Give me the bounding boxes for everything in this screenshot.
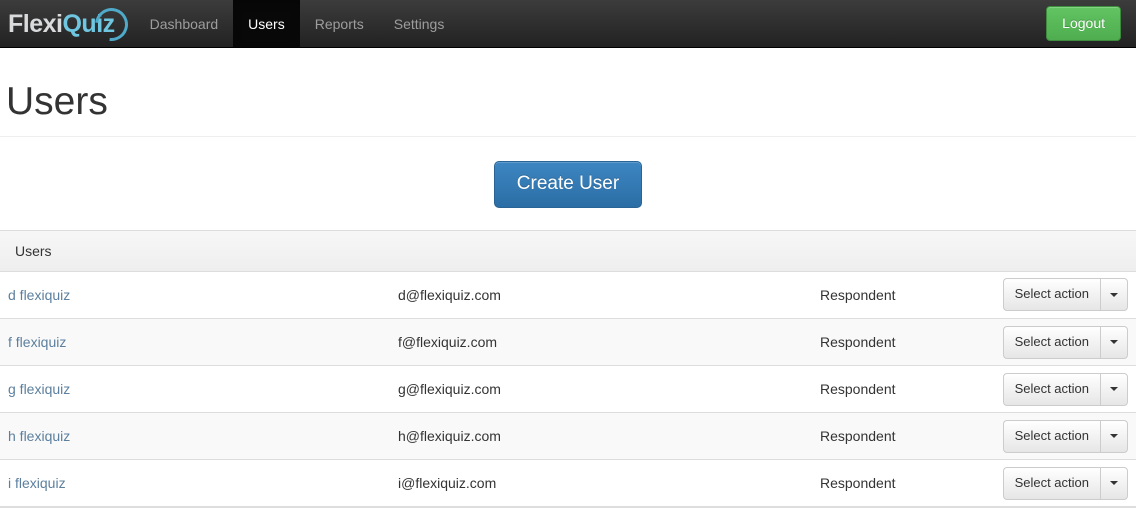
user-role-cell: Respondent (820, 428, 896, 445)
table-row: d flexiquiz d@flexiquiz.com Respondent S… (0, 272, 1136, 319)
user-name-link[interactable]: f flexiquiz (8, 334, 66, 350)
user-email-cell: f@flexiquiz.com (398, 334, 498, 351)
chevron-down-icon (1110, 387, 1118, 392)
user-action-cell: Select action (992, 272, 1136, 319)
select-action-button-group: Select action (1002, 325, 1128, 359)
table-row: f flexiquiz f@flexiquiz.com Respondent S… (0, 318, 1136, 366)
chevron-down-icon (1110, 292, 1118, 297)
user-email-cell: h@flexiquiz.com (398, 428, 501, 445)
logout-button[interactable]: Logout (1046, 5, 1121, 42)
nav-item-settings[interactable]: Settings (379, 0, 460, 47)
select-action-dropdown-toggle[interactable] (1100, 278, 1128, 312)
user-name-link[interactable]: d flexiquiz (8, 287, 70, 303)
select-action-button-group: Select action (1002, 419, 1128, 453)
navbar-right-section: Logout (1046, 0, 1136, 47)
brand-logo-flexi: Flexi (8, 9, 63, 38)
user-name-cell: f flexiquiz (0, 319, 390, 366)
select-action-button-group: Select action (1002, 372, 1128, 406)
select-action-dropdown-toggle[interactable] (1100, 325, 1128, 359)
user-role-cell: Respondent (820, 286, 896, 303)
select-action-button[interactable]: Select action (1002, 372, 1100, 406)
select-action-button[interactable]: Select action (1002, 325, 1100, 359)
nav-item-users[interactable]: Users (233, 0, 300, 47)
user-action-cell: Select action (992, 413, 1136, 460)
select-action-dropdown-toggle[interactable] (1100, 466, 1128, 500)
users-table-body: d flexiquiz d@flexiquiz.com Respondent S… (0, 272, 1136, 507)
user-name-link[interactable]: g flexiquiz (8, 381, 70, 397)
nav-item-reports[interactable]: Reports (300, 0, 379, 47)
table-row: g flexiquiz g@flexiquiz.com Respondent S… (0, 366, 1136, 413)
brand-logo-text: FlexiQuiz (8, 0, 135, 48)
create-user-row: Create User (0, 137, 1136, 230)
user-name-cell: d flexiquiz (0, 272, 390, 319)
user-name-cell: g flexiquiz (0, 366, 390, 413)
user-role-cell: Respondent (820, 381, 896, 398)
user-role-cell: Respondent (820, 334, 896, 351)
select-action-button-group: Select action (1002, 466, 1128, 500)
select-action-dropdown-toggle[interactable] (1100, 419, 1128, 453)
create-user-button[interactable]: Create User (493, 160, 643, 208)
chevron-down-icon (1110, 481, 1118, 486)
select-action-button-group: Select action (1002, 278, 1128, 312)
chevron-down-icon (1110, 434, 1118, 439)
user-action-cell: Select action (992, 366, 1136, 413)
user-name-link[interactable]: h flexiquiz (8, 428, 70, 444)
user-name-cell: i flexiquiz (0, 460, 390, 507)
top-navigation-bar: FlexiQuiz Dashboard Users Reports Settin… (0, 0, 1136, 48)
user-action-cell: Select action (992, 319, 1136, 366)
user-email-cell: d@flexiquiz.com (398, 286, 501, 303)
users-panel-heading: Users (0, 230, 1136, 272)
page-header: Users (0, 48, 1136, 137)
select-action-button[interactable]: Select action (1002, 278, 1100, 312)
select-action-button[interactable]: Select action (1002, 419, 1100, 453)
brand-logo[interactable]: FlexiQuiz (0, 0, 135, 48)
table-row: h flexiquiz h@flexiquiz.com Respondent S… (0, 412, 1136, 460)
nav-item-dashboard[interactable]: Dashboard (135, 0, 234, 47)
table-row: i flexiquiz i@flexiquiz.com Respondent S… (0, 460, 1136, 507)
user-role-cell: Respondent (820, 475, 896, 492)
chevron-down-icon (1110, 340, 1118, 345)
user-email-cell: i@flexiquiz.com (398, 475, 497, 492)
user-action-cell: Select action (992, 460, 1136, 507)
user-name-cell: h flexiquiz (0, 413, 390, 460)
select-action-dropdown-toggle[interactable] (1100, 372, 1128, 406)
select-action-button[interactable]: Select action (1002, 466, 1100, 500)
circle-arc-icon (87, 0, 135, 48)
user-email-cell: g@flexiquiz.com (398, 381, 501, 398)
nav-items: Dashboard Users Reports Settings (135, 0, 460, 47)
users-panel: Users d flexiquiz d@flexiquiz.com Respon… (0, 229, 1136, 509)
users-table: d flexiquiz d@flexiquiz.com Respondent S… (0, 272, 1136, 508)
user-name-link[interactable]: i flexiquiz (8, 475, 66, 491)
page-title: Users (6, 80, 108, 123)
